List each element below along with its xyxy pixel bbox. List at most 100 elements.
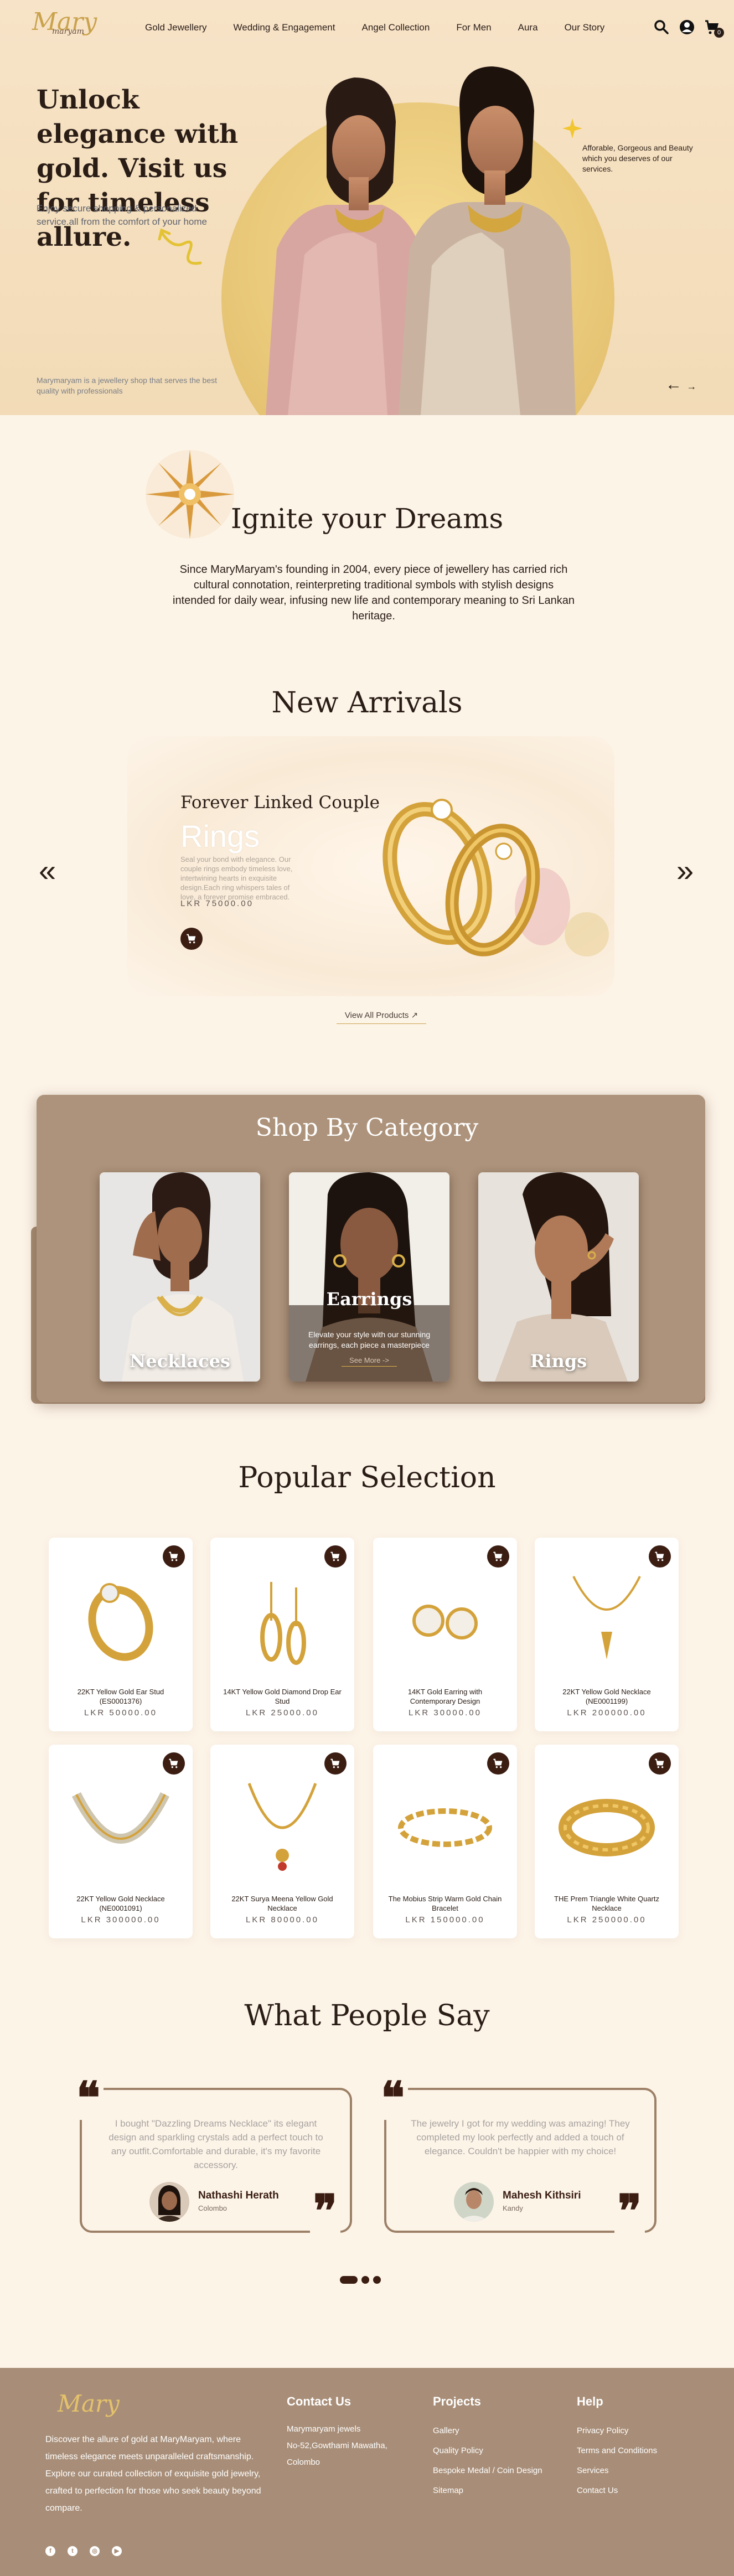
add-to-cart-button[interactable] xyxy=(324,1545,347,1568)
arrival-add-to-cart-button[interactable] xyxy=(180,928,203,950)
earrings-see-more-link[interactable]: See More -> xyxy=(342,1356,397,1367)
open-quote-icon: ❝ xyxy=(378,2076,409,2120)
youtube-icon[interactable]: ▶ xyxy=(112,2546,122,2556)
nav-for-men[interactable]: For Men xyxy=(456,22,491,33)
arrival-price: LKR 75000.00 xyxy=(180,899,254,908)
product-card[interactable]: 22KT Surya Meena Yellow Gold Necklace LKR… xyxy=(210,1745,354,1938)
nav-aura[interactable]: Aura xyxy=(518,22,538,33)
cart-icon xyxy=(187,934,196,944)
pagination-dot[interactable] xyxy=(361,2276,369,2284)
product-name: 22KT Surya Meena Yellow Gold Necklace xyxy=(231,1895,333,1912)
product-image xyxy=(260,1582,306,1665)
add-to-cart-button[interactable] xyxy=(649,1752,671,1775)
hero-models-image xyxy=(266,66,576,415)
product-card[interactable]: The Mobius Strip Warm Gold Chain Bracele… xyxy=(373,1745,517,1938)
testimonial-name: Nathashi Herath xyxy=(198,2190,279,2201)
footer-link-services[interactable]: Services xyxy=(577,2461,657,2481)
hero-section: Unlock elegance with gold. Visit us for … xyxy=(0,0,734,415)
nav-our-story[interactable]: Our Story xyxy=(565,22,605,33)
squiggle-arrow-icon xyxy=(158,228,202,265)
site-logo[interactable]: Mary maryam xyxy=(32,10,97,36)
site-footer: Mary Discover the allure of gold at Mary… xyxy=(0,2368,734,2576)
product-price: LKR 25000.00 xyxy=(246,1708,319,1718)
cart-icon xyxy=(330,1551,340,1561)
product-card[interactable]: 14KT Yellow Gold Diamond Drop Ear Stud LK… xyxy=(210,1538,354,1731)
add-to-cart-button[interactable] xyxy=(487,1545,509,1568)
product-name: 22KT Yellow Gold Necklace (NE0001199) xyxy=(562,1688,651,1705)
testimonial-text: I bought "Dazzling Dreams Necklace" its … xyxy=(108,2118,323,2170)
category-title: Shop By Category xyxy=(255,1114,479,1142)
user-icon[interactable] xyxy=(679,19,695,35)
ignite-title: Ignite your Dreams xyxy=(230,503,504,535)
footer-link-bespoke[interactable]: Bespoke Medal / Coin Design xyxy=(433,2461,542,2481)
product-card[interactable]: THE Prem Triangle White Quartz Necklace L… xyxy=(535,1745,679,1938)
testimonials-title: What People Say xyxy=(244,1999,490,2032)
add-to-cart-button[interactable] xyxy=(649,1545,671,1568)
product-name: The Mobius Strip Warm Gold Chain Bracele… xyxy=(388,1895,502,1912)
facebook-icon[interactable]: f xyxy=(45,2546,55,2556)
couple-rings-image xyxy=(382,799,609,956)
category-card-necklaces[interactable]: Necklaces xyxy=(100,1172,260,1382)
pagination-dot[interactable] xyxy=(373,2276,381,2284)
product-image xyxy=(412,1605,478,1639)
footer-contact-column: Contact Us Marymaryam jewels No-52,Gowth… xyxy=(287,2394,387,2471)
pagination-dot-active[interactable] xyxy=(340,2276,358,2284)
instagram-icon[interactable]: ◎ xyxy=(90,2546,100,2556)
cart-icon xyxy=(330,1758,340,1768)
product-price: LKR 200000.00 xyxy=(567,1708,647,1718)
hero-title: Unlock elegance with gold. Visit us for … xyxy=(37,85,239,252)
footer-projects-column: Projects Gallery Quality Policy Bespoke … xyxy=(433,2394,542,2501)
twitter-icon[interactable]: t xyxy=(68,2546,77,2556)
product-image xyxy=(572,1576,641,1659)
hero-footer-text: Marymaryam is a jewellery shop that serv… xyxy=(37,376,218,395)
category-label-necklaces: Necklaces xyxy=(129,1351,230,1372)
avatar xyxy=(149,2182,189,2222)
category-card-rings[interactable]: Rings xyxy=(478,1172,639,1382)
footer-link-terms[interactable]: Terms and Conditions xyxy=(577,2441,657,2461)
product-card[interactable]: 22KT Yellow Gold Necklace (NE0001199) LKR… xyxy=(535,1538,679,1731)
product-name: 22KT Yellow Gold Ear Stud (ES0001376) xyxy=(77,1688,164,1705)
product-price: LKR 30000.00 xyxy=(409,1708,482,1718)
open-quote-icon: ❝ xyxy=(73,2076,104,2120)
testimonial-place: Kandy xyxy=(503,2204,523,2212)
arrivals-next-button[interactable]: » xyxy=(676,852,694,888)
arrivals-prev-button[interactable]: « xyxy=(39,852,56,888)
footer-contact-line: Marymaryam jewels xyxy=(287,2424,361,2434)
cart-icon xyxy=(655,1758,664,1768)
header-icons: 0 xyxy=(653,19,724,38)
sparkle-icon xyxy=(562,118,582,138)
cart-button[interactable]: 0 xyxy=(704,19,724,38)
popular-title: Popular Selection xyxy=(238,1461,496,1494)
ignite-text: Since MaryMaryam's founding in 2004, eve… xyxy=(173,563,575,622)
category-label-earrings: Earrings xyxy=(326,1289,412,1310)
search-icon[interactable] xyxy=(653,19,670,35)
arrival-description: Seal your bond with elegance. Our couple… xyxy=(180,855,293,901)
add-to-cart-button[interactable] xyxy=(163,1545,185,1568)
prev-arrow-icon[interactable]: ← xyxy=(665,375,682,394)
add-to-cart-button[interactable] xyxy=(487,1752,509,1775)
hero-side-text: Afforable, Gorgeous and Beauty which you… xyxy=(582,143,693,173)
product-image xyxy=(247,1783,317,1871)
footer-logo[interactable]: Mary xyxy=(58,2390,120,2417)
nav-wedding-engagement[interactable]: Wedding & Engagement xyxy=(234,22,335,33)
footer-link-privacy[interactable]: Privacy Policy xyxy=(577,2421,657,2441)
product-price: LKR 150000.00 xyxy=(405,1915,485,1925)
footer-help-column: Help Privacy Policy Terms and Conditions… xyxy=(577,2394,657,2501)
footer-link-contact[interactable]: Contact Us xyxy=(577,2481,657,2501)
product-card[interactable]: 22KT Yellow Gold Ear Stud (ES0001376) LKR… xyxy=(49,1538,193,1731)
view-all-products-link[interactable]: View All Products ↗ xyxy=(337,1010,426,1024)
category-card-earrings[interactable]: Earrings Elevate your style with our stu… xyxy=(289,1172,449,1382)
footer-link-quality-policy[interactable]: Quality Policy xyxy=(433,2441,542,2461)
add-to-cart-button[interactable] xyxy=(324,1752,347,1775)
nav-gold-jewellery[interactable]: Gold Jewellery xyxy=(145,22,207,33)
footer-link-sitemap[interactable]: Sitemap xyxy=(433,2481,542,2501)
footer-link-gallery[interactable]: Gallery xyxy=(433,2421,542,2441)
product-price: LKR 300000.00 xyxy=(81,1915,161,1925)
testimonial-name: Mahesh Kithsiri xyxy=(503,2190,581,2201)
add-to-cart-button[interactable] xyxy=(163,1752,185,1775)
product-card[interactable]: 14KT Gold Earring with Contemporary Desi… xyxy=(373,1538,517,1731)
product-card[interactable]: 22KT Yellow Gold Necklace (NE0001091) LKR… xyxy=(49,1745,193,1938)
nav-angel-collection[interactable]: Angel Collection xyxy=(361,22,430,33)
next-arrow-icon[interactable]: → xyxy=(686,381,696,392)
product-name: 14KT Yellow Gold Diamond Drop Ear Stud xyxy=(223,1688,342,1705)
